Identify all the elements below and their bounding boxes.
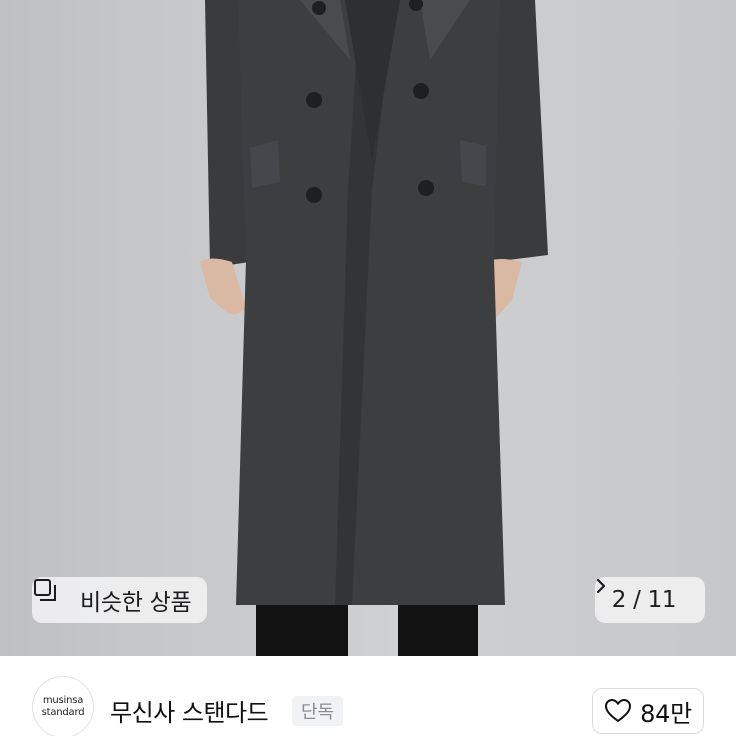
current-page: 2 [611,587,627,613]
exclusive-badge: 단독 [292,696,344,726]
brand-logo[interactable]: musinsa standard [32,676,94,736]
similar-items-button[interactable]: 비슷한 상품 [32,577,207,623]
product-image[interactable]: 비슷한 상품 2 / 11 [0,0,736,656]
heart-icon [604,698,632,724]
like-button[interactable]: 84만 [592,688,704,734]
coat-product-photo [200,0,548,656]
page-separator: / [633,587,641,613]
logo-text-line1: musinsa [42,695,84,706]
logo-text-line2: standard [41,707,85,718]
total-pages: 11 [647,587,677,613]
like-count: 84만 [640,699,692,728]
similar-items-label: 비슷한 상품 [80,590,192,616]
image-page-counter[interactable]: 2 / 11 [595,577,705,623]
brand-name-link[interactable]: 무신사 스탠다드 [110,693,269,728]
similar-items-icon [34,579,72,613]
